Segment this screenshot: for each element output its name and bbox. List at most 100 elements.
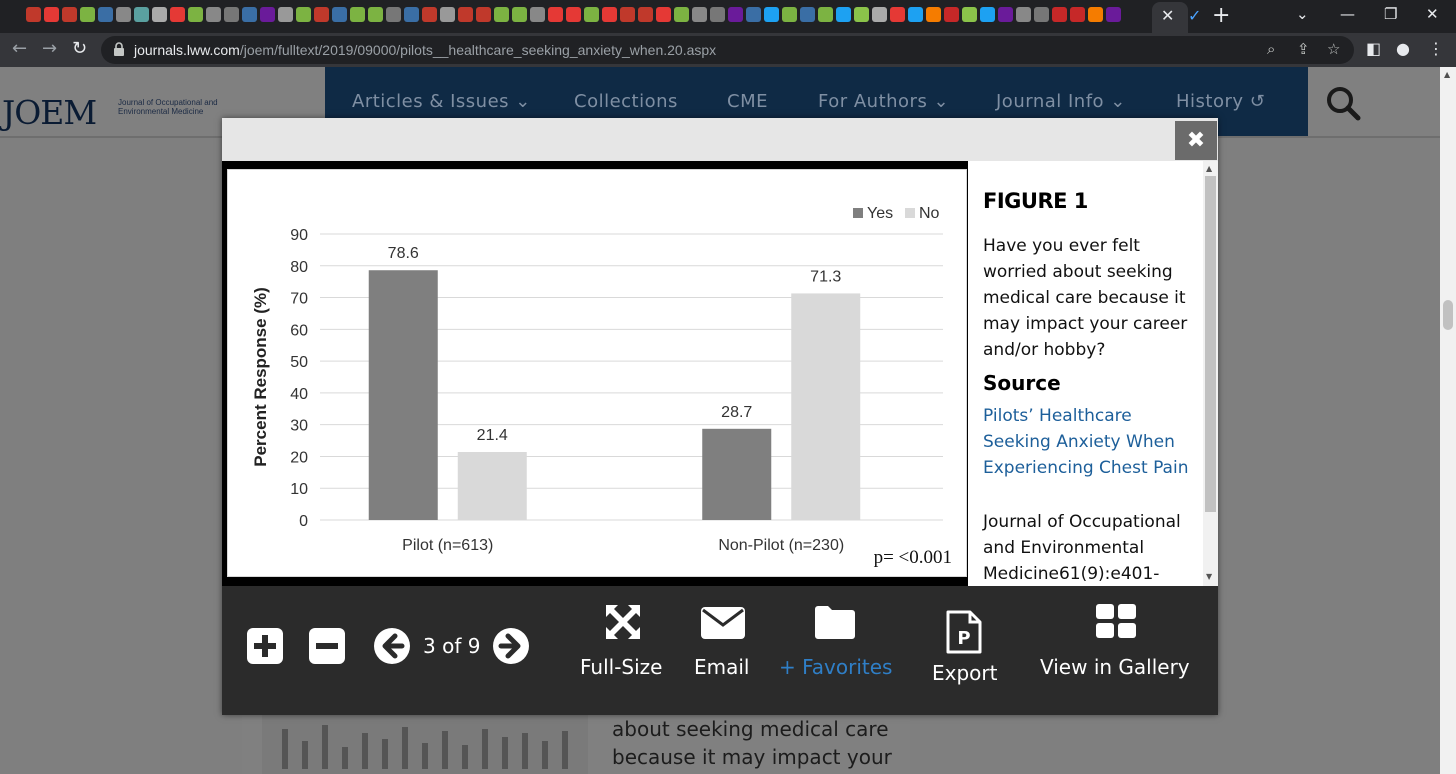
tab-favicon-icon[interactable] bbox=[746, 7, 761, 22]
menu-kebab-icon[interactable]: ⋮ bbox=[1428, 39, 1444, 58]
email-button[interactable]: Email bbox=[694, 655, 750, 679]
tab-favicon-icon[interactable] bbox=[710, 7, 725, 22]
forward-arrow-icon[interactable]: → bbox=[42, 38, 57, 59]
tab-favicon-icon[interactable] bbox=[1034, 7, 1049, 22]
full-size-icon[interactable] bbox=[604, 603, 642, 641]
tab-favicon-icon[interactable] bbox=[206, 7, 221, 22]
nav-history[interactable]: History ↺ bbox=[1176, 91, 1265, 112]
caption-scrollbar-thumb[interactable] bbox=[1205, 176, 1216, 512]
url-text[interactable]: journals.lww.com/joem/fulltext/2019/0900… bbox=[134, 42, 716, 58]
nav-journal-info[interactable]: Journal Info ⌄ bbox=[996, 91, 1126, 112]
tab-favicon-icon[interactable] bbox=[386, 7, 401, 22]
previous-figure-button[interactable] bbox=[373, 627, 411, 665]
tab-favicon-icon[interactable] bbox=[188, 7, 203, 22]
tab-favicon-icon[interactable] bbox=[98, 7, 113, 22]
close-window-icon[interactable]: ✕ bbox=[1426, 5, 1439, 23]
caption-scroll-up-icon[interactable]: ▲ bbox=[1206, 164, 1212, 173]
full-size-button[interactable]: Full-Size bbox=[580, 655, 662, 679]
tab-favicon-icon[interactable] bbox=[1052, 7, 1067, 22]
nav-for-authors[interactable]: For Authors ⌄ bbox=[818, 91, 949, 112]
tab-favicon-icon[interactable] bbox=[872, 7, 887, 22]
journal-logo[interactable]: JOEM bbox=[2, 93, 97, 132]
tab-favicon-icon[interactable] bbox=[242, 7, 257, 22]
tab-favicon-icon[interactable] bbox=[134, 7, 149, 22]
tab-favicon-icon[interactable] bbox=[926, 7, 941, 22]
folder-icon[interactable] bbox=[815, 605, 855, 639]
profile-avatar-icon[interactable]: ● bbox=[1396, 39, 1410, 58]
tab-favicon-icon[interactable] bbox=[1016, 7, 1031, 22]
nav-cme[interactable]: CME bbox=[727, 91, 768, 112]
tab-favicon-icon[interactable] bbox=[818, 7, 833, 22]
nav-articles-issues[interactable]: Articles & Issues ⌄ bbox=[352, 91, 531, 112]
tab-favicon-icon[interactable] bbox=[278, 7, 293, 22]
tab-favicon-icon[interactable] bbox=[854, 7, 869, 22]
tab-favicon-icon[interactable] bbox=[44, 7, 59, 22]
tab-favicon-icon[interactable] bbox=[260, 7, 275, 22]
reload-icon[interactable]: ↻ bbox=[72, 38, 87, 59]
tab-favicon-icon[interactable] bbox=[584, 7, 599, 22]
tab-favicon-icon[interactable] bbox=[764, 7, 779, 22]
site-search-icon[interactable] bbox=[1325, 85, 1361, 121]
export-pdf-icon[interactable]: P bbox=[946, 610, 982, 654]
tab-favicon-icon[interactable] bbox=[440, 7, 455, 22]
page-scrollbar-thumb[interactable] bbox=[1443, 300, 1453, 330]
tab-favicon-icon[interactable] bbox=[350, 7, 365, 22]
caption-scroll-down-icon[interactable]: ▼ bbox=[1206, 572, 1212, 581]
add-to-favorites-button[interactable]: + Favorites bbox=[779, 655, 892, 679]
checkmark-icon[interactable]: ✓ bbox=[1188, 6, 1201, 25]
tab-favicon-icon[interactable] bbox=[638, 7, 653, 22]
tab-favicon-icon[interactable] bbox=[26, 7, 41, 22]
tab-favicon-icon[interactable] bbox=[494, 7, 509, 22]
tab-favicon-icon[interactable] bbox=[404, 7, 419, 22]
zoom-in-button[interactable] bbox=[246, 627, 284, 665]
modal-close-button[interactable]: ✖ bbox=[1175, 121, 1217, 160]
tab-favicon-icon[interactable] bbox=[674, 7, 689, 22]
tab-favicon-icon[interactable] bbox=[890, 7, 905, 22]
export-button[interactable]: Export bbox=[932, 661, 997, 685]
zoom-icon[interactable]: ⌕ bbox=[1267, 40, 1275, 58]
scroll-up-arrow-icon[interactable]: ▲ bbox=[1444, 70, 1450, 79]
zoom-out-button[interactable] bbox=[308, 627, 346, 665]
tab-favicon-icon[interactable] bbox=[944, 7, 959, 22]
tab-favicon-icon[interactable] bbox=[908, 7, 923, 22]
tab-favicon-row[interactable] bbox=[26, 7, 1121, 22]
side-panel-icon[interactable]: ◧ bbox=[1366, 39, 1381, 58]
tab-favicon-icon[interactable] bbox=[800, 7, 815, 22]
tab-favicon-icon[interactable] bbox=[998, 7, 1013, 22]
tab-favicon-icon[interactable] bbox=[512, 7, 527, 22]
tab-favicon-icon[interactable] bbox=[314, 7, 329, 22]
tab-favicon-icon[interactable] bbox=[170, 7, 185, 22]
nav-collections[interactable]: Collections bbox=[574, 91, 678, 112]
tab-favicon-icon[interactable] bbox=[728, 7, 743, 22]
address-bar[interactable]: journals.lww.com/joem/fulltext/2019/0900… bbox=[101, 36, 1354, 64]
tab-favicon-icon[interactable] bbox=[1106, 7, 1121, 22]
tab-favicon-icon[interactable] bbox=[476, 7, 491, 22]
tab-favicon-icon[interactable] bbox=[1070, 7, 1085, 22]
tab-favicon-icon[interactable] bbox=[152, 7, 167, 22]
minimize-icon[interactable]: — bbox=[1340, 5, 1355, 23]
back-arrow-icon[interactable]: ← bbox=[12, 38, 27, 59]
tab-favicon-icon[interactable] bbox=[80, 7, 95, 22]
tab-favicon-icon[interactable] bbox=[1088, 7, 1103, 22]
tab-favicon-icon[interactable] bbox=[620, 7, 635, 22]
tab-favicon-icon[interactable] bbox=[296, 7, 311, 22]
tab-favicon-icon[interactable] bbox=[458, 7, 473, 22]
tab-favicon-icon[interactable] bbox=[962, 7, 977, 22]
share-icon[interactable]: ⇪ bbox=[1297, 40, 1310, 58]
page-scrollbar[interactable] bbox=[1440, 67, 1456, 774]
gallery-grid-icon[interactable] bbox=[1096, 604, 1136, 638]
tab-favicon-icon[interactable] bbox=[530, 7, 545, 22]
tab-favicon-icon[interactable] bbox=[782, 7, 797, 22]
tab-favicon-icon[interactable] bbox=[566, 7, 581, 22]
figure-thumbnail[interactable] bbox=[262, 715, 588, 774]
tab-favicon-icon[interactable] bbox=[422, 7, 437, 22]
tab-search-chevron-icon[interactable]: ⌄ bbox=[1296, 5, 1309, 23]
tab-favicon-icon[interactable] bbox=[602, 7, 617, 22]
new-tab-icon[interactable]: + bbox=[1212, 3, 1230, 28]
restore-icon[interactable]: ❐ bbox=[1384, 5, 1397, 23]
close-tab-icon[interactable]: ✕ bbox=[1161, 6, 1174, 25]
tab-favicon-icon[interactable] bbox=[692, 7, 707, 22]
tab-favicon-icon[interactable] bbox=[62, 7, 77, 22]
tab-favicon-icon[interactable] bbox=[116, 7, 131, 22]
view-in-gallery-button[interactable]: View in Gallery bbox=[1040, 655, 1190, 679]
